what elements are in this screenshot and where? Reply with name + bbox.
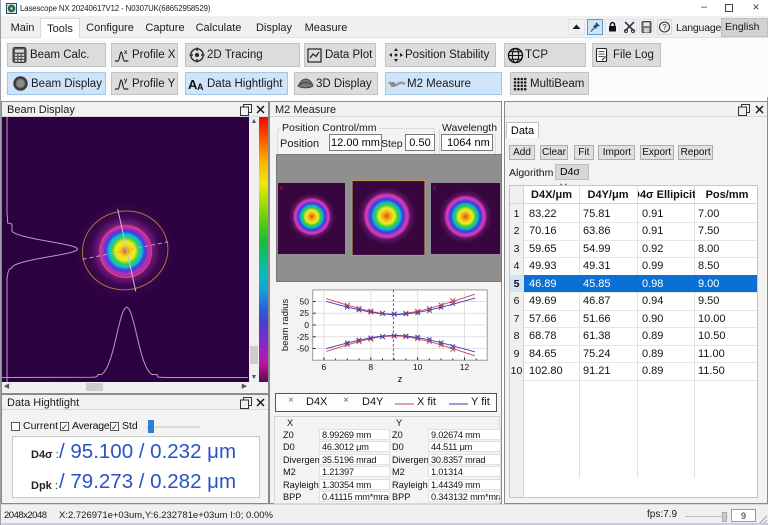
svg-text:8: 8 <box>368 362 373 372</box>
svg-text:beam radius: beam radius <box>280 299 291 352</box>
svg-text:z: z <box>398 374 403 385</box>
svg-text:y: y <box>124 78 128 84</box>
svg-text:12: 12 <box>460 362 470 372</box>
svg-text:25: 25 <box>300 308 310 318</box>
svg-text:6: 6 <box>433 186 436 192</box>
svg-text:A: A <box>197 82 204 91</box>
svg-text:50: 50 <box>300 297 310 307</box>
svg-text:?: ? <box>662 23 667 32</box>
svg-text:-25: -25 <box>297 332 310 342</box>
svg-text:0: 0 <box>304 320 309 330</box>
svg-text:10: 10 <box>413 362 423 372</box>
svg-text:6: 6 <box>322 362 327 372</box>
svg-text:-50: -50 <box>297 344 310 354</box>
svg-text:x: x <box>124 50 128 56</box>
svg-text:4: 4 <box>280 186 283 192</box>
